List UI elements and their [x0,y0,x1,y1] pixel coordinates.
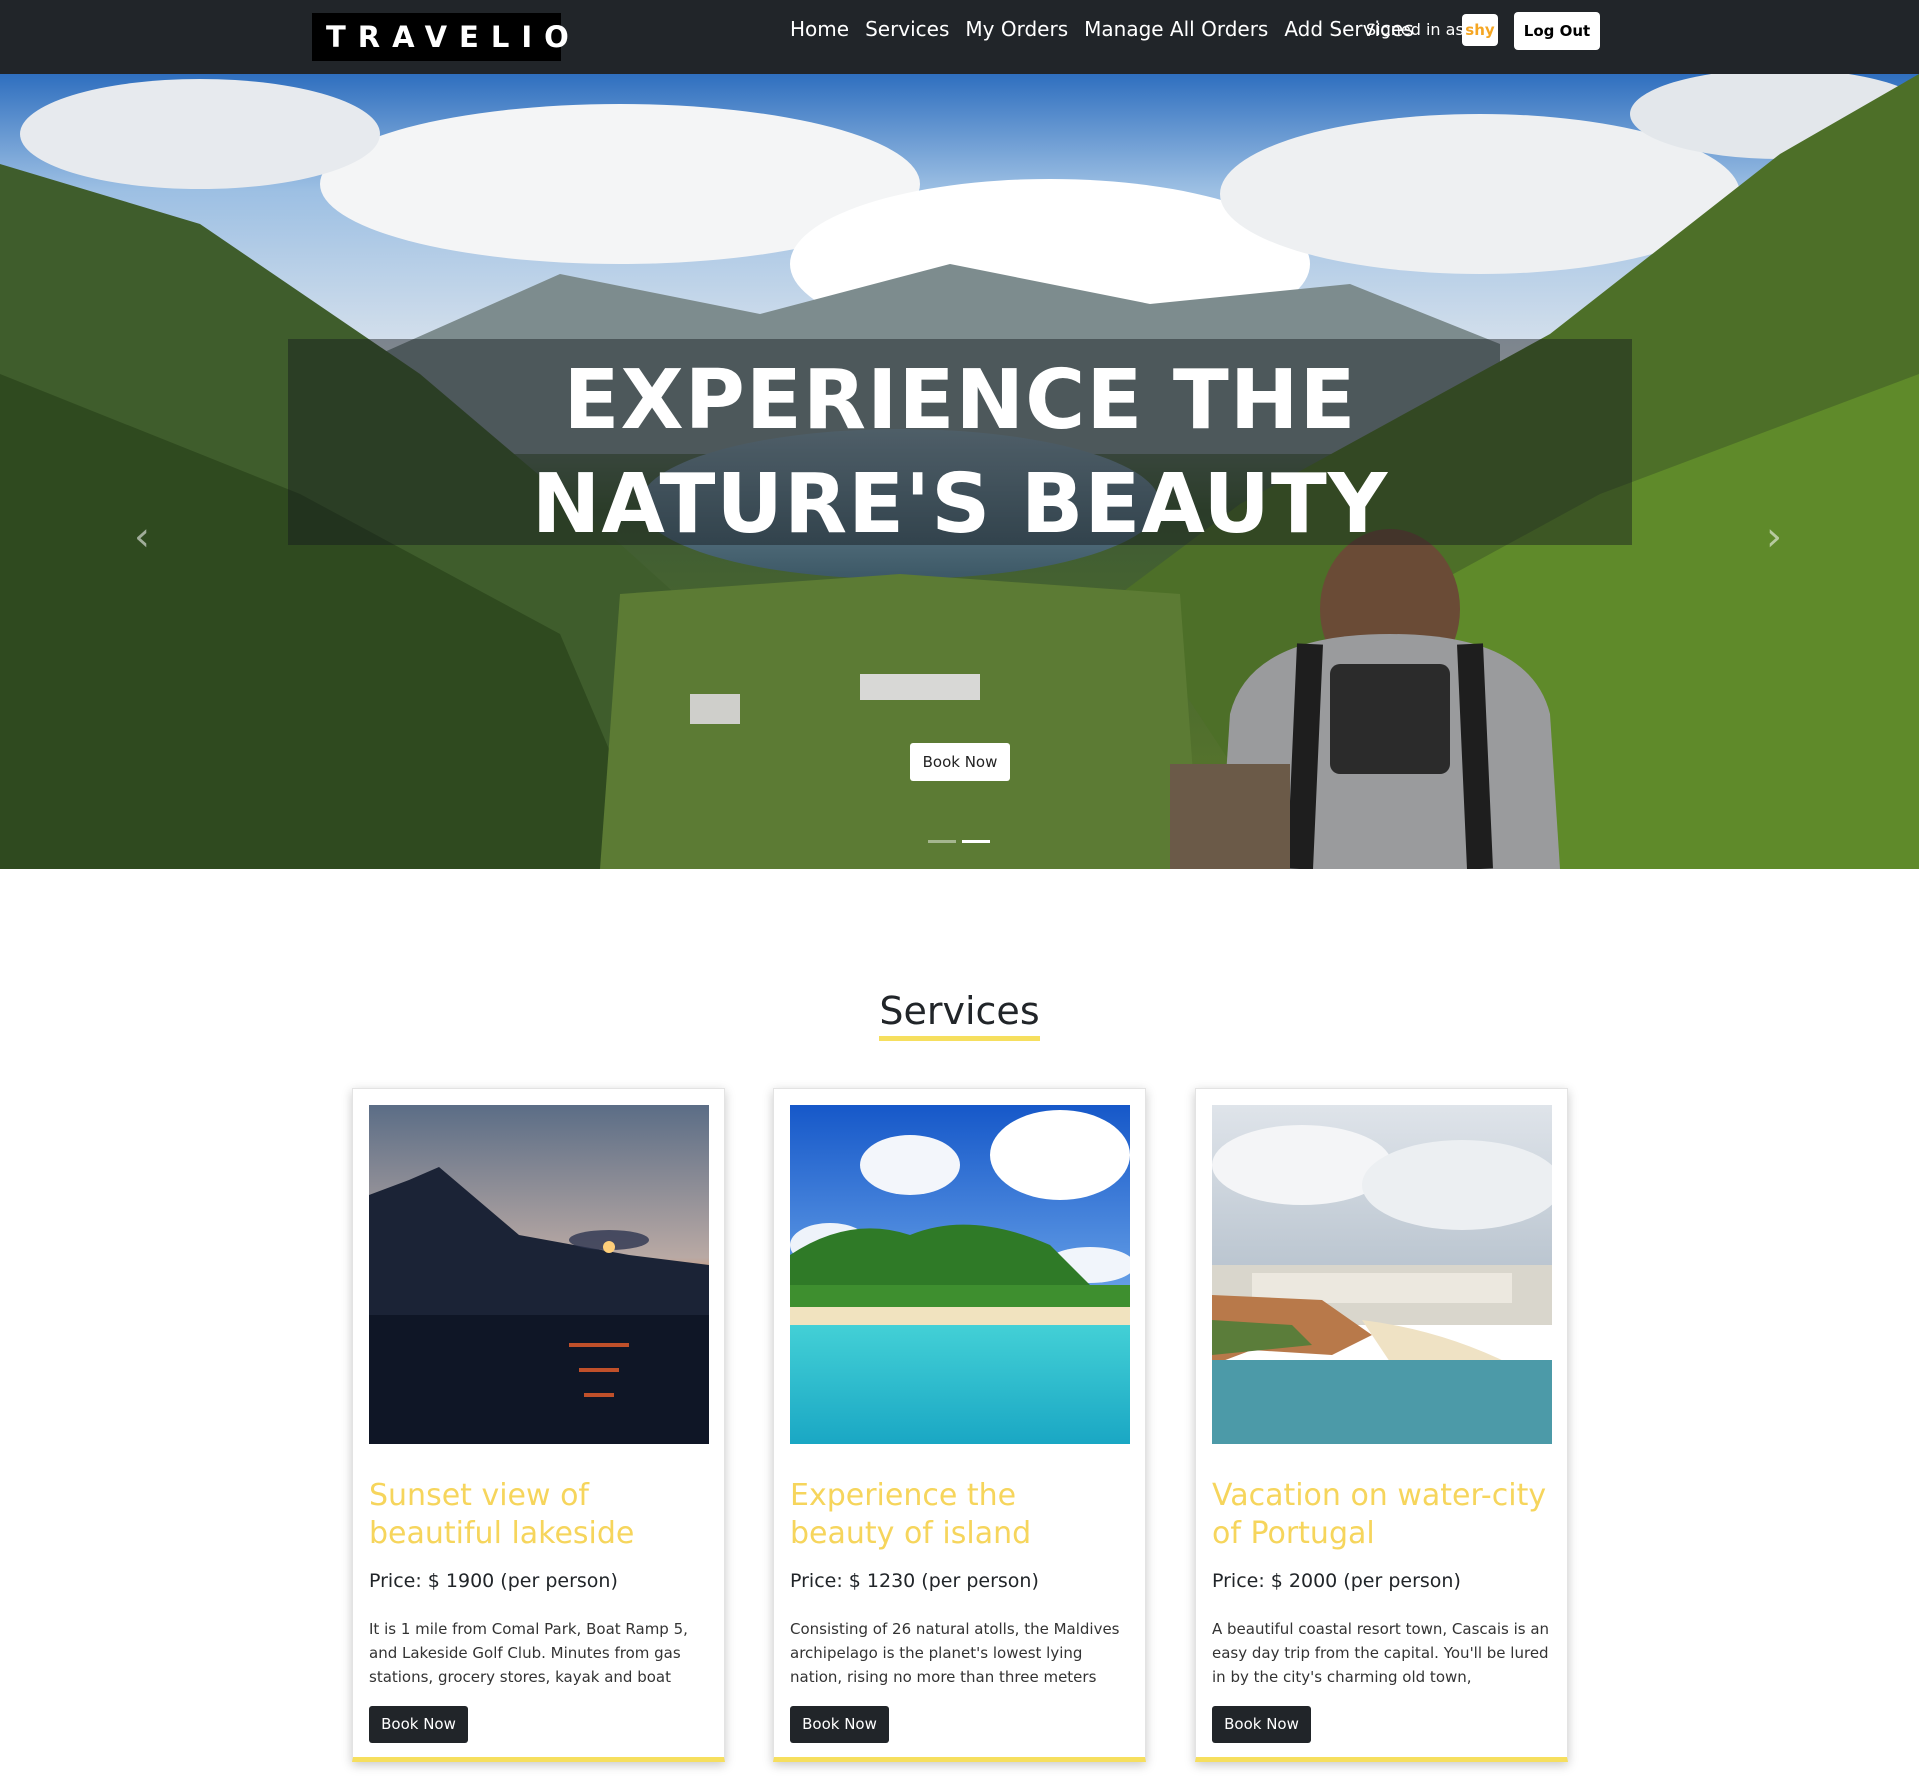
book-now-button[interactable]: Book Now [1212,1706,1311,1743]
book-now-button[interactable]: Book Now [790,1706,889,1743]
signed-in-label: Signed in as: [1366,20,1470,39]
carousel-indicator-1[interactable] [928,840,956,843]
service-image-portugal-coast [1212,1105,1552,1444]
hero-title: EXPERIENCE THE NATURE'S BEAUTY [288,349,1632,557]
brand-logo[interactable]: TRAVELIO [312,13,569,61]
service-card: Vacation on water-city of Portugal Price… [1195,1088,1568,1762]
carousel-indicator-2[interactable] [962,840,990,843]
hero-book-now-button[interactable]: Book Now [910,743,1010,781]
service-image-lakeside-sunset [369,1105,709,1444]
hero-carousel: EXPERIENCE THE NATURE'S BEAUTY ‹ › Book … [0,74,1919,869]
services-section-heading: Services [0,988,1919,1041]
hero-title-line1: EXPERIENCE THE [563,353,1357,448]
nav-my-orders[interactable]: My Orders [965,17,1068,41]
chevron-right-icon[interactable]: › [1766,514,1782,560]
nav-services[interactable]: Services [865,17,949,41]
service-description: Consisting of 26 natural atolls, the Mal… [790,1620,1120,1686]
service-card: Sunset view of beautiful lakeside Price:… [352,1088,725,1762]
navbar: TRAVELIO Home Services My Orders Manage … [0,0,1919,74]
service-card: Experience the beauty of island Price: $… [773,1088,1146,1762]
nav-links: Home Services My Orders Manage All Order… [790,14,1430,44]
brand-name: TRAVELIO [326,20,581,54]
services-title: Services [879,988,1040,1041]
service-price: Price: $ 2000 (per person) [1212,1570,1461,1592]
logout-button[interactable]: Log Out [1514,12,1600,50]
service-price: Price: $ 1230 (per person) [790,1570,1039,1592]
chevron-left-icon[interactable]: ‹ [134,514,150,560]
nav-home[interactable]: Home [790,17,849,41]
service-title: Sunset view of beautiful lakeside [369,1478,635,1551]
carousel-indicators [928,840,990,843]
service-price: Price: $ 1900 (per person) [369,1570,618,1592]
user-badge: shy [1462,14,1498,46]
service-title: Experience the beauty of island [790,1478,1032,1551]
hero-title-line2: NATURE'S BEAUTY [531,457,1389,552]
service-description: It is 1 mile from Comal Park, Boat Ramp … [369,1620,688,1686]
service-title: Vacation on water-city of Portugal [1212,1478,1547,1551]
service-description: A beautiful coastal resort town, Cascais… [1212,1620,1550,1686]
book-now-button[interactable]: Book Now [369,1706,468,1743]
service-image-island-beach [790,1105,1130,1444]
nav-manage-all-orders[interactable]: Manage All Orders [1084,17,1268,41]
